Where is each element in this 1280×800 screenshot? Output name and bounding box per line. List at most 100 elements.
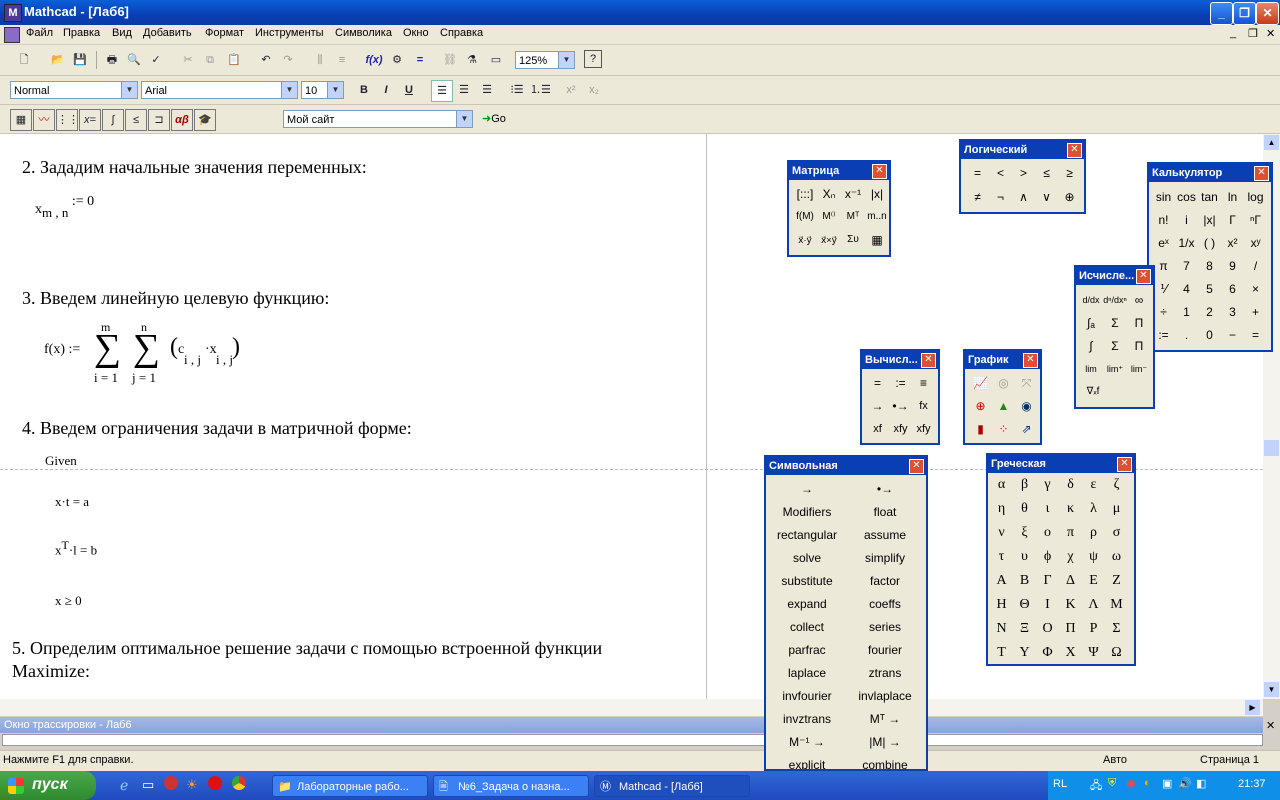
app-icon[interactable]: ☀ [186, 777, 198, 793]
bullets-icon[interactable]: ⁝☰ [507, 80, 527, 100]
greek-button[interactable]: τ [990, 549, 1013, 565]
sym-button[interactable]: series [846, 617, 924, 637]
evaluation-toolbar-icon[interactable]: x= [79, 109, 101, 131]
greek-button[interactable]: Δ [1059, 573, 1082, 589]
calc-button[interactable]: 4 [1175, 279, 1198, 299]
calc-button[interactable]: ⁿΓ [1244, 210, 1267, 230]
redo-icon[interactable]: ↷ [278, 50, 298, 70]
postfix-op-icon[interactable]: xf [866, 419, 889, 439]
surface-plot-icon[interactable]: ▲ [992, 396, 1015, 416]
trace-window-body[interactable] [2, 734, 1263, 746]
update-icon[interactable]: ◐ [1144, 777, 1151, 789]
start-button[interactable]: пуск [0, 771, 96, 800]
greek-button[interactable]: Γ [1036, 573, 1059, 589]
range-icon[interactable]: m..n [865, 207, 889, 227]
sum-icon[interactable]: Σ [1103, 336, 1127, 356]
volume-icon[interactable]: 🔊 [1178, 777, 1192, 790]
column-icon[interactable]: M⁽⁾ [817, 207, 841, 227]
close-icon[interactable]: ✕ [1254, 166, 1269, 181]
calc-button[interactable]: tan [1198, 187, 1221, 207]
align-down-icon[interactable]: ≡ [332, 50, 352, 70]
component-icon[interactable]: ▭ [486, 50, 506, 70]
less-equal-icon[interactable]: ≤ [1035, 163, 1058, 183]
limit-left-icon[interactable]: lim⁻ [1127, 359, 1151, 379]
init-expr[interactable]: xm , n := 0 [35, 194, 94, 221]
italic-button[interactable]: I [376, 80, 396, 100]
not-icon[interactable]: ¬ [989, 187, 1012, 207]
align-left-icon[interactable]: ☰ [431, 80, 453, 102]
close-icon[interactable]: ✕ [872, 164, 887, 179]
greek-button[interactable]: β [1013, 477, 1036, 493]
go-button[interactable]: ➜Go [482, 112, 506, 125]
calc-button[interactable]: ( ) [1198, 233, 1221, 253]
not-equal-icon[interactable]: ≠ [966, 187, 989, 207]
resources-icon[interactable]: ⚗ [462, 50, 482, 70]
close-icon[interactable]: ✕ [1136, 269, 1151, 284]
greek-button[interactable]: ν [990, 525, 1013, 541]
opera-icon[interactable] [208, 776, 222, 790]
greek-button[interactable]: Ι [1036, 597, 1059, 613]
scroll-up-icon[interactable]: ▲ [1264, 135, 1279, 150]
step2-heading[interactable]: 2. Зададим начальные значения переменных… [22, 157, 367, 178]
sym-button[interactable]: laplace [768, 663, 846, 683]
trace-window-title[interactable]: Окно трассировки - Лаб6 [0, 717, 1263, 733]
security-icon[interactable]: ⛨ [1108, 777, 1116, 790]
calc-button[interactable]: 7 [1175, 256, 1198, 276]
range-sum-icon[interactable]: Σ [1103, 313, 1127, 333]
calc-button[interactable]: 0 [1198, 325, 1221, 345]
sym-button[interactable]: |M| → [846, 732, 924, 752]
numbering-icon[interactable]: ⒈☰ [530, 80, 551, 100]
align-center-icon[interactable]: ☰ [454, 80, 474, 100]
determinant-icon[interactable]: |x| [865, 184, 889, 204]
greek-button[interactable]: θ [1013, 501, 1036, 517]
close-icon[interactable]: ✕ [1067, 143, 1082, 158]
boolean-palette-title[interactable]: Логический [961, 141, 1084, 159]
zoom-select[interactable]: 125% ▼ [515, 51, 575, 69]
calc-button[interactable]: + [1244, 302, 1267, 322]
calc-button[interactable]: 8 [1198, 256, 1221, 276]
insert-hyperlink-icon[interactable]: ⛓ [440, 50, 460, 70]
symbolic-toolbar-icon[interactable]: 🎓 [194, 109, 216, 131]
sym-button[interactable]: collect [768, 617, 846, 637]
greek-button[interactable]: Φ [1036, 645, 1059, 661]
calc-button[interactable]: sin [1152, 187, 1175, 207]
equal-icon[interactable]: = [966, 163, 989, 183]
calc-button[interactable]: / [1244, 256, 1267, 276]
global-define-icon[interactable]: ≡ [912, 373, 935, 393]
calc-button[interactable]: − [1221, 325, 1244, 345]
contour-plot-icon[interactable]: ◉ [1015, 396, 1038, 416]
calculator-toolbar-icon[interactable]: ▦ [10, 109, 32, 131]
calc-button[interactable]: = [1244, 325, 1267, 345]
greek-button[interactable]: Ε [1082, 573, 1105, 589]
calc-button[interactable]: 1 [1175, 302, 1198, 322]
define-icon[interactable]: := [889, 373, 912, 393]
subscript-icon[interactable]: x₂ [584, 80, 604, 100]
print-preview-icon[interactable]: 🔍 [124, 50, 144, 70]
calc-button[interactable]: i [1175, 210, 1198, 230]
clock[interactable]: 21:37 [1238, 778, 1266, 790]
constraint-1[interactable]: x·t = a [55, 494, 89, 510]
document-icon[interactable] [4, 27, 20, 43]
calc-button[interactable]: 1/x [1175, 233, 1198, 253]
greek-button[interactable]: Θ [1013, 597, 1036, 613]
greek-toolbar-icon[interactable]: αβ [171, 109, 193, 131]
inverse-icon[interactable]: x⁻¹ [841, 184, 865, 204]
greek-button[interactable]: σ [1105, 525, 1128, 541]
xor-icon[interactable]: ⊕ [1058, 187, 1081, 207]
sym-button[interactable]: float [846, 502, 924, 522]
greek-button[interactable]: ω [1105, 549, 1128, 565]
calc-button[interactable]: 5 [1198, 279, 1221, 299]
show-desktop-icon[interactable]: ▭ [142, 777, 154, 793]
close-button[interactable]: ✕ [1256, 2, 1279, 25]
sym-button[interactable]: ztrans [846, 663, 924, 683]
greek-button[interactable]: ϕ [1036, 549, 1059, 565]
constraint-2[interactable]: xT·l = b [55, 538, 97, 558]
font-select[interactable]: Arial ▼ [141, 81, 298, 99]
programming-toolbar-icon[interactable]: ⊐ [148, 109, 170, 131]
open-icon[interactable]: 📂 [48, 50, 68, 70]
treefix-op-icon[interactable]: xfy [912, 419, 935, 439]
chevron-down-icon[interactable]: ▼ [121, 82, 137, 98]
polar-plot-icon[interactable]: ◎ [992, 373, 1015, 393]
cut-icon[interactable]: ✂ [178, 50, 198, 70]
less-than-icon[interactable]: < [989, 163, 1012, 183]
